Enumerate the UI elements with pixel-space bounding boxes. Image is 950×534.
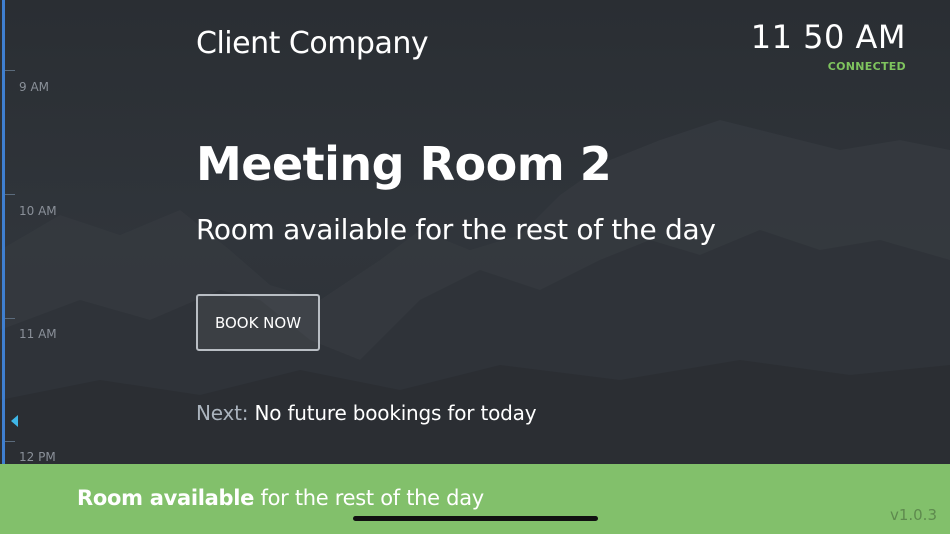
- footer-status: Room available for the rest of the day: [77, 486, 484, 510]
- timeline-tick: [5, 318, 15, 319]
- timeline: 9 AM 10 AM 11 AM 12 PM: [0, 0, 60, 464]
- book-now-label: BOOK NOW: [214, 313, 302, 332]
- timeline-label-9am: 9 AM: [19, 80, 50, 94]
- connection-status: CONNECTED: [827, 60, 906, 73]
- next-booking: Next: No future bookings for today: [196, 401, 537, 425]
- company-name: Client Company: [196, 26, 429, 61]
- timeline-tick: [5, 70, 15, 71]
- timeline-tick: [5, 194, 15, 195]
- footer-status-bold: Room available: [77, 486, 255, 510]
- timeline-label-10am: 10 AM: [19, 204, 57, 218]
- app-version: v1.0.3: [889, 506, 937, 524]
- room-status: Room available for the rest of the day: [196, 213, 716, 246]
- home-indicator[interactable]: [353, 516, 598, 521]
- status-footer: Room available for the rest of the day v…: [0, 464, 950, 534]
- footer-status-rest: for the rest of the day: [260, 486, 484, 510]
- book-now-button[interactable]: BOOK NOW: [196, 294, 320, 351]
- next-booking-label: Next:: [196, 401, 249, 425]
- mountain-background-image: [0, 120, 950, 464]
- next-booking-value: No future bookings for today: [254, 401, 537, 425]
- current-time-marker-icon: [11, 415, 18, 427]
- room-name: Meeting Room 2: [196, 137, 612, 191]
- timeline-label-11am: 11 AM: [19, 327, 57, 341]
- timeline-tick: [5, 441, 15, 442]
- timeline-label-12pm: 12 PM: [19, 450, 56, 464]
- current-time: 11 50 AM: [750, 18, 906, 56]
